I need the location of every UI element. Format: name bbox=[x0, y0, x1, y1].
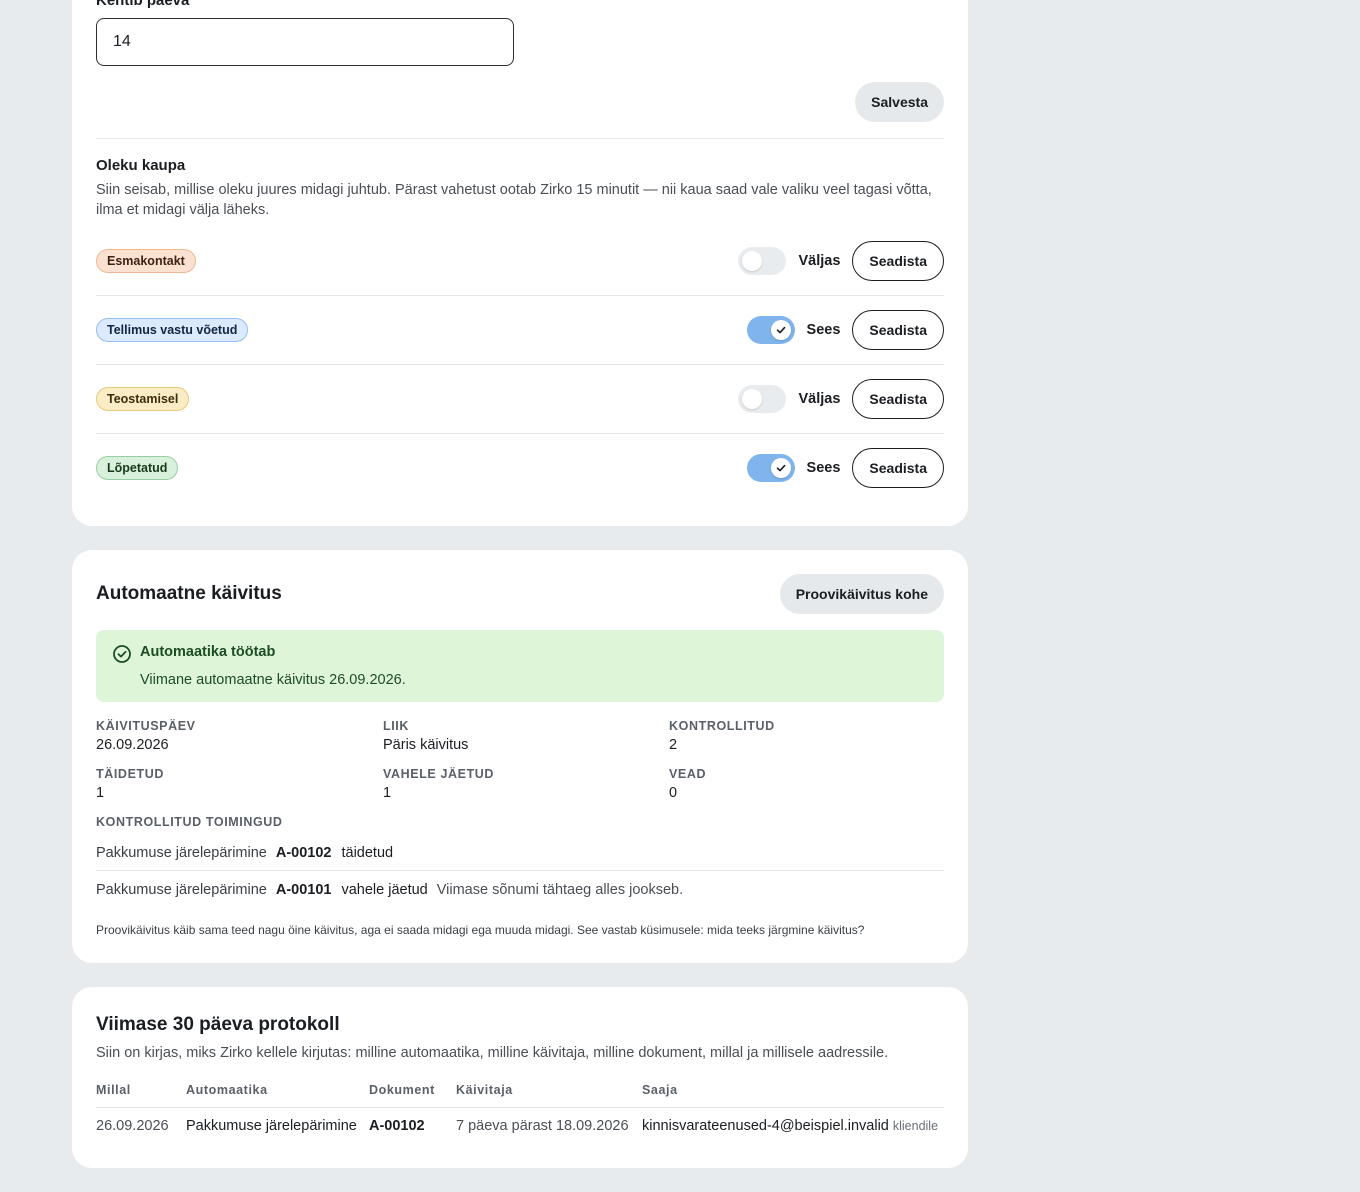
status-controls: Väljas Seadista bbox=[738, 240, 944, 281]
column-header-document: Dokument bbox=[369, 1083, 435, 1097]
divider bbox=[96, 138, 944, 139]
configure-button[interactable]: Seadista bbox=[852, 378, 944, 419]
test-run-button[interactable]: Proovikäivitus kohe bbox=[779, 574, 944, 614]
log-card: Viimase 30 päeva protokoll Siin on kirja… bbox=[72, 987, 968, 1168]
settings-card: Kehtib päeva Salvesta Oleku kaupa Siin s… bbox=[72, 0, 968, 526]
save-button[interactable]: Salvesta bbox=[855, 82, 944, 122]
divider bbox=[96, 364, 944, 365]
configure-button[interactable]: Seadista bbox=[852, 309, 944, 350]
toggle-state-label: Sees bbox=[806, 459, 841, 476]
column-header-automation: Automaatika bbox=[186, 1083, 268, 1097]
action-doc: A-00102 bbox=[275, 844, 332, 861]
status-toggle[interactable] bbox=[738, 384, 787, 413]
stat-label-kind: Liik bbox=[383, 719, 410, 733]
recipient-email: kinnisvarateenused-4@beispiel.invalid bbox=[642, 1118, 889, 1134]
toggle-state-label: Sees bbox=[806, 321, 841, 338]
status-toggle[interactable] bbox=[746, 315, 795, 344]
actions-label: Kontrollitud toimingud bbox=[96, 815, 283, 829]
stat-label-checked: Kontrollitud bbox=[669, 719, 775, 733]
cell-recipient: kinnisvarateenused-4@beispiel.invalid kli… bbox=[642, 1118, 938, 1134]
log-title: Viimase 30 päeva protokoll bbox=[96, 1014, 340, 1035]
action-row: Pakkumuse järelepärimine A-00101 vahele … bbox=[96, 871, 944, 908]
action-row: Pakkumuse järelepärimine A-00102 täidetu… bbox=[96, 834, 944, 871]
status-tag: Lõpetatud bbox=[96, 455, 179, 480]
status-row: Teostamisel Väljas Seadista bbox=[96, 364, 944, 433]
status-row: Tellimus vastu võetud Sees Seadista bbox=[96, 295, 944, 364]
stat-label-errors: Vead bbox=[669, 767, 707, 781]
cell-automation: Pakkumuse järelepärimine bbox=[186, 1118, 357, 1134]
check-icon bbox=[776, 326, 785, 333]
stat-label-done: Täidetud bbox=[96, 767, 164, 781]
toggle-knob bbox=[770, 457, 791, 478]
status-tag: Esmakontakt bbox=[96, 248, 196, 273]
status-section-desc: Siin seisab, millise oleku juures midagi… bbox=[96, 182, 932, 218]
status-row: Esmakontakt Väljas Seadista bbox=[96, 226, 944, 295]
action-state: täidetud bbox=[341, 844, 394, 861]
stat-label-run-date: Käivituspäev bbox=[96, 719, 196, 733]
stat-value-checked: 2 bbox=[669, 737, 678, 753]
status-controls: Sees Seadista bbox=[746, 309, 944, 350]
configure-button[interactable]: Seadista bbox=[852, 240, 944, 281]
action-state: vahele jäetud bbox=[341, 881, 428, 898]
stat-value-kind: Päris käivitus bbox=[383, 737, 469, 753]
toggle-knob bbox=[770, 319, 791, 340]
alert-text: Viimane automaatne käivitus 26.09.2026. bbox=[140, 672, 406, 688]
stat-value-done: 1 bbox=[96, 785, 105, 801]
status-toggle[interactable] bbox=[746, 453, 795, 482]
days-field-label: Kehtib päeva bbox=[96, 0, 190, 9]
status-row: Lõpetatud Sees Seadista bbox=[96, 433, 944, 502]
days-input[interactable] bbox=[96, 18, 514, 66]
status-tag: Teostamisel bbox=[96, 386, 190, 411]
recipient-kind: kliendile bbox=[892, 1119, 939, 1133]
cell-trigger: 7 päeva pärast 18.09.2026 bbox=[456, 1118, 629, 1134]
status-controls: Sees Seadista bbox=[746, 447, 944, 488]
column-header-recipient: Saaja bbox=[642, 1083, 678, 1097]
divider bbox=[96, 433, 944, 434]
table-header-divider bbox=[96, 1107, 944, 1108]
auto-run-title: Automaatne käivitus bbox=[96, 583, 282, 604]
cell-document: A-00102 bbox=[369, 1118, 425, 1134]
action-note: Viimase sõnumi tähtaeg alles jookseb. bbox=[436, 881, 684, 898]
stat-value-run-date: 26.09.2026 bbox=[96, 737, 169, 753]
check-circle-icon bbox=[112, 644, 132, 664]
cell-when: 26.09.2026 bbox=[96, 1118, 169, 1134]
status-section-title: Oleku kaupa bbox=[96, 157, 186, 174]
stat-value-skipped: 1 bbox=[383, 785, 392, 801]
column-header-when: Millal bbox=[96, 1083, 131, 1097]
action-name: Pakkumuse järelepärimine bbox=[96, 881, 267, 898]
auto-run-card: Automaatne käivitus Proovikäivitus kohe … bbox=[72, 550, 968, 963]
log-desc: Siin on kirjas, miks Zirko kellele kirju… bbox=[96, 1045, 889, 1061]
check-icon bbox=[776, 464, 785, 471]
toggle-knob bbox=[742, 388, 763, 409]
status-toggle[interactable] bbox=[738, 246, 787, 275]
toggle-state-label: Väljas bbox=[798, 252, 841, 269]
divider bbox=[96, 295, 944, 296]
stat-label-skipped: Vahele jäetud bbox=[383, 767, 495, 781]
configure-button[interactable]: Seadista bbox=[852, 447, 944, 488]
status-controls: Väljas Seadista bbox=[738, 378, 944, 419]
alert-title: Automaatika töötab bbox=[140, 644, 276, 660]
toggle-knob bbox=[742, 250, 763, 271]
toggle-state-label: Väljas bbox=[798, 390, 841, 407]
column-header-trigger: Käivitaja bbox=[456, 1083, 513, 1097]
status-alert: Automaatika töötab Viimane automaatne kä… bbox=[96, 630, 944, 702]
test-run-footnote: Proovikäivitus käib sama teed nagu öine … bbox=[96, 923, 865, 937]
stat-value-errors: 0 bbox=[669, 785, 678, 801]
action-doc: A-00101 bbox=[275, 881, 332, 898]
status-tag: Tellimus vastu võetud bbox=[96, 317, 249, 342]
action-name: Pakkumuse järelepärimine bbox=[96, 844, 267, 861]
